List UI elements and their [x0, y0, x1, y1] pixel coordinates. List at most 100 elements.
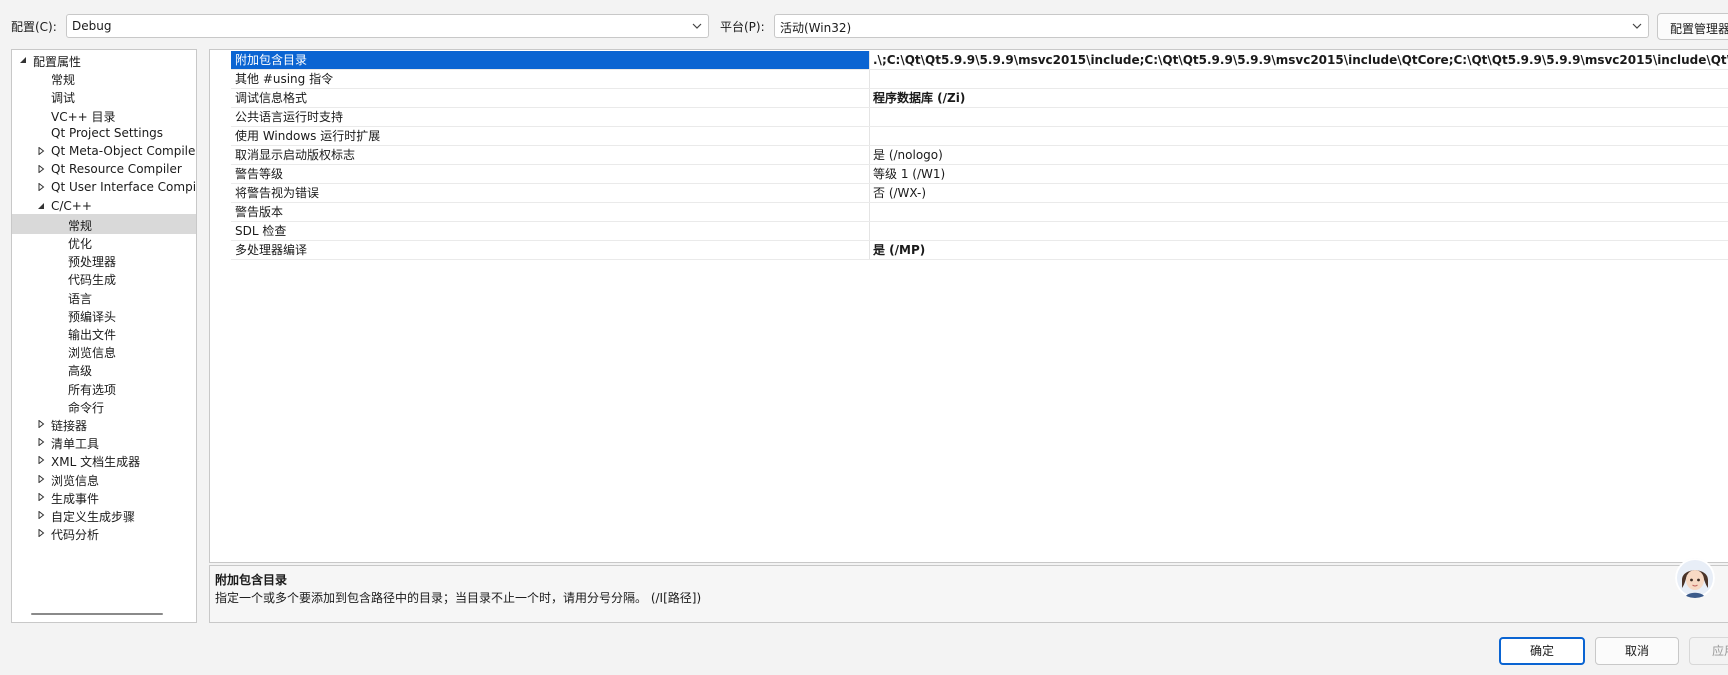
property-name: SDL 检查 [235, 224, 287, 238]
config-value: Debug [72, 19, 112, 33]
tree-item[interactable]: 所有选项 [12, 378, 196, 398]
tree-item[interactable]: 链接器 [12, 414, 196, 434]
config-label: 配置(C): [11, 20, 57, 34]
tree-item[interactable]: 代码分析 [12, 523, 196, 543]
tree-item[interactable]: 高级 [12, 359, 196, 379]
tree-item[interactable]: 代码生成 [12, 268, 196, 288]
tree-item[interactable]: 输出文件 [12, 323, 196, 343]
property-name: 使用 Windows 运行时扩展 [235, 129, 381, 143]
description-title: 附加包含目录 [215, 573, 288, 587]
tree-item-label: Qt Resource Compiler [51, 162, 182, 177]
property-row[interactable]: 多处理器编译 是 (/MP) [231, 241, 1728, 260]
column-divider [869, 108, 870, 126]
collapsed-triangle-icon[interactable] [37, 147, 45, 155]
column-divider [869, 127, 870, 145]
property-name: 警告版本 [235, 205, 284, 219]
tree-item-label: Qt Meta-Object Compiler [51, 144, 196, 158]
property-pages-dialog: 配置(C): Debug 平台(P): 活动(Win32) 配置管理器 配置属性… [0, 0, 1728, 675]
tree-item[interactable]: 语言 [12, 287, 196, 307]
property-row[interactable]: SDL 检查 [231, 222, 1728, 241]
property-name: 多处理器编译 [235, 243, 308, 257]
tree-item-label: C/C++ [51, 198, 92, 213]
collapsed-triangle-icon[interactable] [37, 420, 45, 428]
collapsed-triangle-icon[interactable] [37, 492, 45, 501]
property-name: 附加包含目录 [231, 51, 869, 69]
tree-item[interactable]: 配置属性 [12, 50, 196, 70]
tree-item[interactable]: VC++ 目录 [12, 105, 196, 125]
property-row[interactable]: 警告版本 [231, 203, 1728, 222]
config-dropdown[interactable]: Debug [66, 14, 709, 38]
property-grid: 附加包含目录 .\;C:\Qt\Qt5.9.9\5.9.9\msvc2015\in… [209, 49, 1728, 563]
tree-item[interactable]: 生成事件 [12, 487, 196, 507]
apply-button[interactable]: 应用 [1689, 637, 1728, 665]
property-row[interactable]: 附加包含目录 .\;C:\Qt\Qt5.9.9\5.9.9\msvc2015\in… [231, 51, 1728, 70]
property-value[interactable]: .\;C:\Qt\Qt5.9.9\5.9.9\msvc2015\include;… [873, 51, 1728, 69]
column-divider [869, 241, 870, 259]
property-row[interactable]: 取消显示启动版权标志 是 (/nologo) [231, 146, 1728, 165]
tree-item[interactable]: 常规 [12, 68, 196, 88]
tree-item[interactable]: Qt Project Settings [12, 123, 196, 143]
tree-item[interactable]: C/C++ [12, 196, 196, 216]
property-row[interactable]: 调试信息格式 程序数据库 (/Zi) [231, 89, 1728, 108]
ok-button[interactable]: 确定 [1499, 637, 1585, 665]
collapsed-triangle-icon[interactable] [37, 511, 45, 519]
column-divider [869, 70, 870, 88]
tree-item[interactable]: 调试 [12, 86, 196, 106]
property-row[interactable]: 其他 #using 指令 [231, 70, 1728, 89]
tree-item-label: 代码分析 [51, 528, 100, 543]
tree-item[interactable]: 自定义生成步骤 [12, 505, 196, 525]
tree-item[interactable]: 清单工具 [12, 432, 196, 452]
property-value[interactable]: 等级 1 (/W1) [873, 165, 945, 183]
property-tree: 配置属性 常规 调试 VC++ 目录 Qt Project Settings Qt Met… [11, 49, 197, 623]
collapsed-triangle-icon[interactable] [37, 529, 45, 538]
config-toolbar: 配置(C): Debug 平台(P): 活动(Win32) 配置管理器 [0, 0, 1728, 52]
tree-item-label: Qt User Interface Compiler [51, 180, 196, 195]
tree-item[interactable]: XML 文档生成器 [12, 450, 196, 470]
tree-item[interactable]: Qt User Interface Compiler [12, 177, 196, 197]
property-row[interactable]: 将警告视为错误 否 (/WX-) [231, 184, 1728, 203]
property-name: 其他 #using 指令 [235, 72, 334, 86]
chevron-down-icon [692, 23, 702, 29]
tree-item[interactable]: Qt Resource Compiler [12, 159, 196, 179]
tree-item[interactable]: Qt Meta-Object Compiler [12, 141, 196, 161]
platform-value: 活动(Win32) [780, 21, 852, 35]
tree-item[interactable]: 常规 [12, 213, 196, 234]
assistant-avatar-icon[interactable] [1675, 558, 1715, 598]
platform-label: 平台(P): [720, 20, 765, 34]
property-value[interactable]: 是 (/nologo) [873, 146, 943, 164]
tree-item[interactable]: 预处理器 [12, 250, 196, 270]
expanded-triangle-icon[interactable] [19, 56, 27, 64]
property-row[interactable]: 警告等级 等级 1 (/W1) [231, 165, 1728, 184]
property-row[interactable]: 公共语言运行时支持 [231, 108, 1728, 127]
tree-item[interactable]: 浏览信息 [12, 469, 196, 489]
tree-item[interactable]: 命令行 [12, 396, 196, 416]
property-name: 公共语言运行时支持 [235, 110, 344, 124]
config-manager-button[interactable]: 配置管理器 [1657, 13, 1728, 40]
property-row[interactable]: 使用 Windows 运行时扩展 [231, 127, 1728, 146]
collapsed-triangle-icon[interactable] [37, 183, 45, 192]
property-value[interactable]: 程序数据库 (/Zi) [873, 89, 965, 107]
expanded-triangle-icon[interactable] [37, 202, 45, 210]
column-divider [869, 89, 870, 107]
collapsed-triangle-icon[interactable] [37, 456, 45, 465]
tree-item-label: Qt Project Settings [51, 125, 164, 140]
column-divider [869, 146, 870, 164]
tree-item[interactable]: 优化 [12, 232, 196, 252]
property-value[interactable]: 是 (/MP) [873, 241, 925, 259]
tree-item[interactable]: 预编译头 [12, 305, 196, 325]
column-divider [869, 222, 870, 240]
tree-horizontal-scrollbar[interactable] [31, 613, 163, 615]
property-name: 警告等级 [235, 167, 284, 181]
collapsed-triangle-icon[interactable] [37, 438, 45, 447]
property-value[interactable]: 否 (/WX-) [873, 184, 926, 202]
cancel-button[interactable]: 取消 [1595, 637, 1679, 665]
platform-dropdown[interactable]: 活动(Win32) [774, 14, 1649, 38]
column-divider [869, 51, 870, 69]
property-name: 调试信息格式 [235, 91, 308, 105]
column-divider [869, 203, 870, 221]
property-name: 将警告视为错误 [235, 186, 320, 200]
collapsed-triangle-icon[interactable] [37, 165, 45, 174]
chevron-down-icon [1632, 23, 1642, 29]
tree-item[interactable]: 浏览信息 [12, 341, 196, 361]
collapsed-triangle-icon[interactable] [37, 474, 45, 483]
